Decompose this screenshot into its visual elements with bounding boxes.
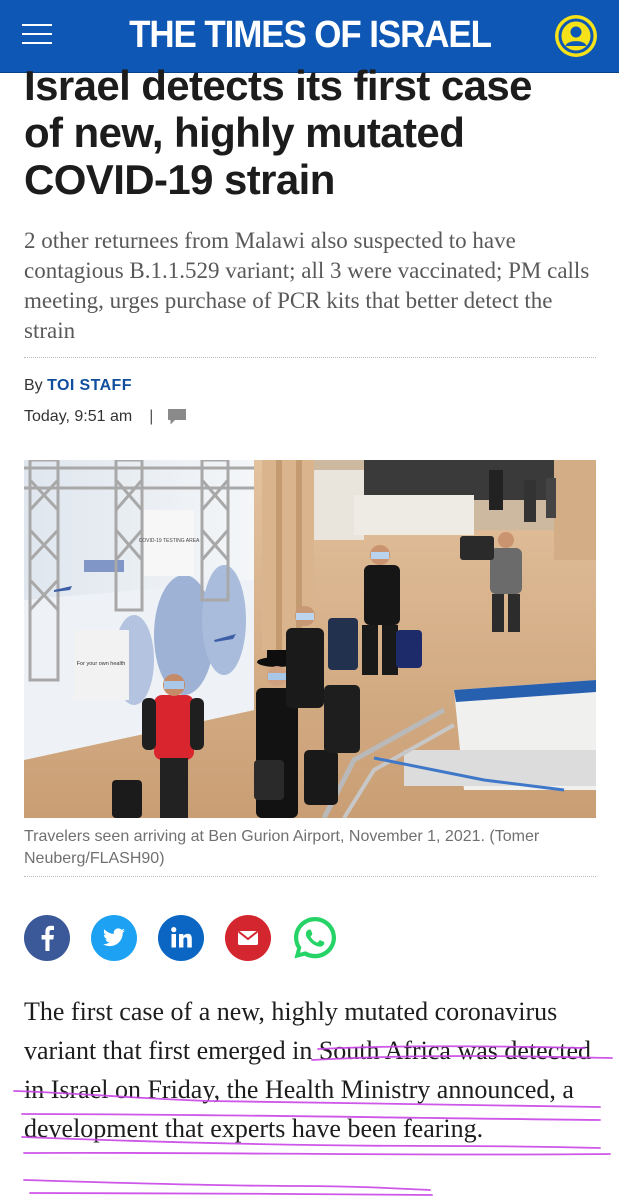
email-icon <box>237 930 259 945</box>
facebook-icon <box>41 925 54 951</box>
photo-sign-text: COVID-19 TESTING AREA <box>139 538 200 544</box>
article-headline: Israel detects its first case of new, hi… <box>24 62 604 203</box>
hamburger-menu-icon[interactable] <box>22 24 52 46</box>
linkedin-icon <box>171 927 192 948</box>
twitter-icon <box>103 928 125 947</box>
publish-time: Today, 9:51 am <box>24 408 133 425</box>
user-account-icon[interactable] <box>554 14 598 58</box>
article-body-paragraph: The first case of a new, highly mutated … <box>24 992 604 1148</box>
byline-prefix: By <box>24 377 43 394</box>
headline-line: of new, highly mutated <box>24 109 465 156</box>
whatsapp-share-button[interactable] <box>292 915 338 961</box>
site-logo[interactable]: THE TIMES OF ISRAEL <box>126 12 494 58</box>
linkedin-share-button[interactable] <box>158 915 204 961</box>
facebook-share-button[interactable] <box>24 915 70 961</box>
photo-caption: Travelers seen arriving at Ben Gurion Ai… <box>24 828 540 867</box>
whatsapp-icon <box>294 917 336 959</box>
article-subheadline: 2 other returnees from Malawi also suspe… <box>24 228 590 343</box>
dateline: Today, 9:51 am | <box>24 408 187 426</box>
headline-line: COVID-19 strain <box>24 156 335 203</box>
divider <box>24 876 596 877</box>
author-link[interactable]: TOI STAFF <box>47 377 132 394</box>
divider <box>24 357 596 358</box>
photo-sign-text: For your own health <box>77 661 126 667</box>
comment-bubble-icon[interactable] <box>167 408 187 426</box>
separator: | <box>149 408 154 425</box>
headline-line: Israel detects its first case <box>24 62 532 109</box>
byline: By TOI STAFF <box>24 377 132 395</box>
article-photo[interactable]: COVID-19 TESTING AREA For your own healt… <box>24 460 596 818</box>
email-share-button[interactable] <box>225 915 271 961</box>
twitter-share-button[interactable] <box>91 915 137 961</box>
